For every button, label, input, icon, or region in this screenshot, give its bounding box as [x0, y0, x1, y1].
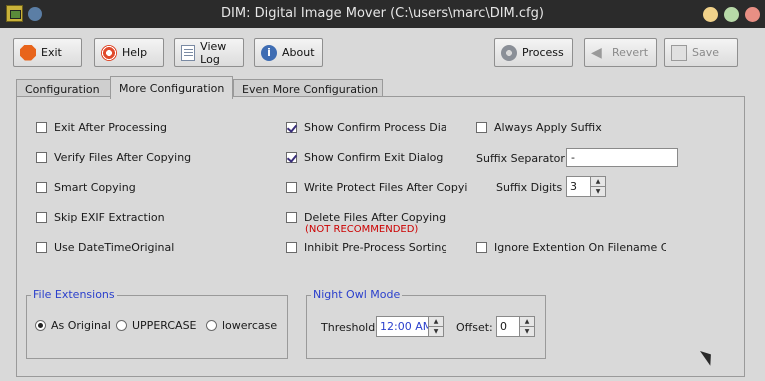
spin-up-icon[interactable]: ▲ — [429, 317, 443, 326]
checkbox-box[interactable] — [36, 212, 47, 223]
smart-copying-checkbox[interactable]: Smart Copying — [36, 181, 136, 194]
checkbox-label: Show Confirm Process Dialog — [304, 121, 446, 134]
checkbox-label: Always Apply Suffix — [494, 121, 602, 134]
spinner-arrows[interactable]: ▲ ▼ — [429, 316, 444, 337]
show-confirm-process-checkbox[interactable]: Show Confirm Process Dialog — [286, 121, 446, 134]
log-icon — [181, 44, 196, 61]
view-log-button[interactable]: View Log — [174, 38, 244, 67]
threshold-spinner[interactable]: 12:00 AM ▲ ▼ — [376, 316, 444, 337]
radio-uppercase[interactable]: UPPERCASE — [116, 319, 197, 332]
checkbox-box[interactable] — [286, 182, 297, 193]
file-extensions-legend: File Extensions — [31, 288, 117, 301]
always-apply-suffix-checkbox[interactable]: Always Apply Suffix — [476, 121, 602, 134]
checkbox-box[interactable] — [286, 152, 297, 163]
more-configuration-panel: Exit After Processing Verify Files After… — [16, 96, 745, 377]
revert-button[interactable]: ◀ Revert — [584, 38, 657, 67]
help-button[interactable]: Help — [94, 38, 164, 67]
suffix-digits-label: Suffix Digits — [496, 181, 563, 194]
radio-lowercase[interactable]: lowercase — [206, 319, 277, 332]
checkbox-box[interactable] — [286, 242, 297, 253]
maximize-button[interactable] — [724, 7, 739, 22]
show-confirm-exit-checkbox[interactable]: Show Confirm Exit Dialog — [286, 151, 446, 164]
checkbox-label: Ignore Extention On Filename Clash — [494, 241, 666, 254]
save-button[interactable]: Save — [664, 38, 738, 67]
radio-as-original[interactable]: As Original — [35, 319, 111, 332]
tab-more-configuration[interactable]: More Configuration — [110, 76, 233, 99]
checkbox-box[interactable] — [36, 122, 47, 133]
ignore-extension-checkbox[interactable]: Ignore Extention On Filename Clash — [476, 241, 666, 254]
back-arrow-icon: ◀ — [591, 44, 602, 61]
help-label: Help — [122, 46, 148, 59]
minimize-button[interactable] — [703, 7, 718, 22]
main-window: Exit Help View Log i About Process ◀ Rev… — [0, 28, 765, 381]
offset-spinner[interactable]: 0 ▲ ▼ — [496, 316, 535, 337]
file-extensions-group: File Extensions As Original UPPERCASE lo… — [26, 288, 288, 359]
checkbox-label: Inhibit Pre-Process Sorting — [304, 241, 446, 254]
checkbox-box[interactable] — [36, 152, 47, 163]
checkbox-box[interactable] — [476, 242, 487, 253]
inhibit-sorting-checkbox[interactable]: Inhibit Pre-Process Sorting — [286, 241, 446, 254]
checkbox-label: Exit After Processing — [54, 121, 167, 134]
checkbox-label: Delete Files After Copying — [304, 211, 446, 224]
radio-label: As Original — [51, 319, 111, 332]
threshold-label: Threshold — [321, 321, 376, 334]
spinner-arrows[interactable]: ▲ ▼ — [591, 176, 606, 197]
view-log-label: View Log — [200, 39, 227, 66]
checkbox-box[interactable] — [476, 122, 487, 133]
checkbox-box[interactable] — [286, 212, 297, 223]
skip-exif-checkbox[interactable]: Skip EXIF Extraction — [36, 211, 165, 224]
info-icon: i — [261, 44, 277, 61]
suffix-digits-value[interactable]: 3 — [566, 176, 591, 197]
save-label: Save — [692, 46, 720, 59]
spin-up-icon[interactable]: ▲ — [520, 317, 534, 326]
checkbox-label: Verify Files After Copying — [54, 151, 192, 164]
radio-label: UPPERCASE — [132, 319, 197, 332]
offset-label: Offset: — [456, 321, 493, 334]
use-datetimeoriginal-checkbox[interactable]: Use DateTimeOriginal — [36, 241, 174, 254]
exit-after-processing-checkbox[interactable]: Exit After Processing — [36, 121, 167, 134]
radio-dot[interactable] — [116, 320, 127, 331]
threshold-value[interactable]: 12:00 AM — [376, 316, 429, 337]
night-owl-group: Night Owl Mode Threshold 12:00 AM ▲ ▼ Of… — [306, 288, 546, 359]
revert-label: Revert — [612, 46, 649, 59]
radio-dot[interactable] — [35, 320, 46, 331]
gear-icon — [501, 44, 517, 61]
exit-label: Exit — [41, 46, 62, 59]
window-title: DIM: Digital Image Mover (C:\users\marc\… — [221, 6, 544, 21]
lifebuoy-icon — [101, 44, 117, 61]
verify-files-checkbox[interactable]: Verify Files After Copying — [36, 151, 191, 164]
suffix-digits-spinner[interactable]: 3 ▲ ▼ — [566, 176, 606, 197]
checkbox-label: Skip EXIF Extraction — [54, 211, 165, 224]
exit-icon — [20, 44, 36, 61]
spin-up-icon[interactable]: ▲ — [591, 177, 605, 186]
about-button[interactable]: i About — [254, 38, 323, 67]
write-protect-checkbox[interactable]: Write Protect Files After Copying — [286, 181, 467, 194]
floppy-icon — [671, 44, 687, 61]
spinner-arrows[interactable]: ▲ ▼ — [520, 316, 535, 337]
title-bar: DIM: Digital Image Mover (C:\users\marc\… — [0, 0, 765, 28]
process-button[interactable]: Process — [494, 38, 573, 67]
offset-value[interactable]: 0 — [496, 316, 520, 337]
checkbox-box[interactable] — [36, 242, 47, 253]
about-label: About — [282, 46, 315, 59]
process-label: Process — [522, 46, 564, 59]
checkbox-label: Use DateTimeOriginal — [54, 241, 175, 254]
checkbox-label: Smart Copying — [54, 181, 136, 194]
checkbox-box[interactable] — [36, 182, 47, 193]
checkbox-label: Show Confirm Exit Dialog — [304, 151, 444, 164]
spin-down-icon[interactable]: ▼ — [429, 326, 443, 336]
close-button[interactable] — [745, 7, 760, 22]
radio-dot[interactable] — [206, 320, 217, 331]
spin-down-icon[interactable]: ▼ — [520, 326, 534, 336]
suffix-separator-input[interactable]: - — [566, 148, 678, 167]
checkbox-label: Write Protect Files After Copying — [304, 181, 467, 194]
delete-files-checkbox[interactable]: Delete Files After Copying — [286, 211, 446, 224]
night-owl-legend: Night Owl Mode — [311, 288, 403, 301]
radio-label: lowercase — [222, 319, 278, 332]
suffix-separator-label: Suffix Separator — [476, 152, 565, 165]
checkbox-box[interactable] — [286, 122, 297, 133]
exit-button[interactable]: Exit — [13, 38, 82, 67]
not-recommended-warning: (NOT RECOMMENDED) — [305, 224, 419, 235]
spin-down-icon[interactable]: ▼ — [591, 186, 605, 196]
